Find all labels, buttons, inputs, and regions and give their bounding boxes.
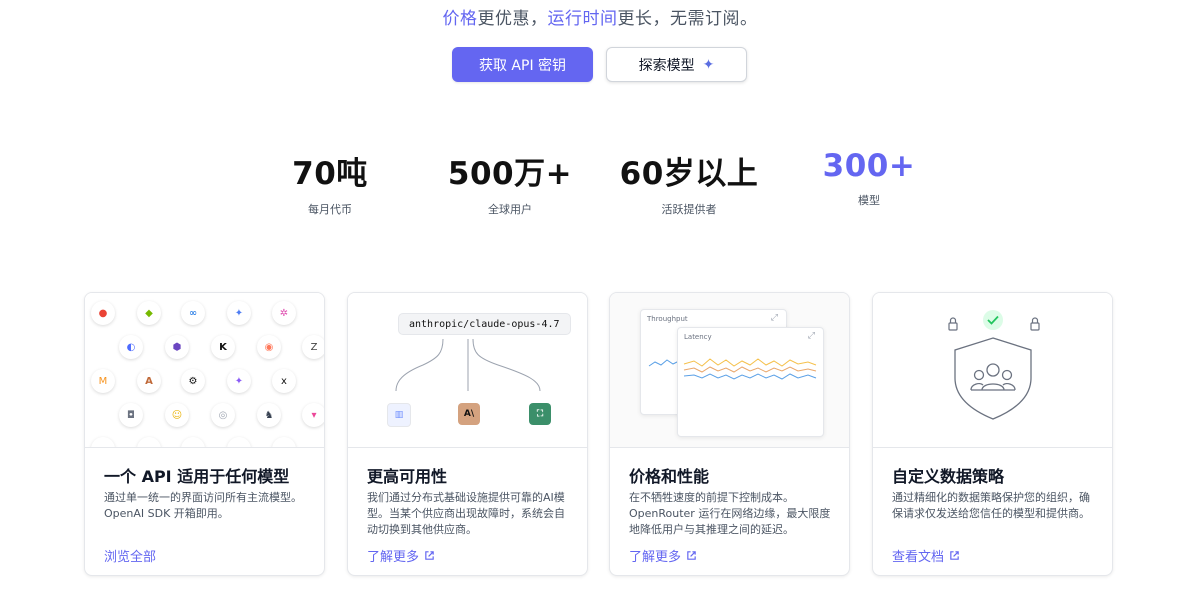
meta-logo-icon: ∞ — [181, 301, 205, 325]
card-data-policy: 自定义数据策略 通过精细化的数据策略保护您的组织，确保请求仅发送给您信任的模型和… — [872, 292, 1113, 576]
card-title: 一个 API 适用于任何模型 — [104, 467, 290, 486]
model-logo-icon — [137, 437, 161, 447]
tagline-text-1: 更优惠， — [477, 9, 548, 29]
gemini-logo-icon: ✦ — [227, 301, 251, 325]
deepseek-logo-icon: ◐ — [119, 335, 143, 359]
shield-illustration — [948, 310, 1040, 420]
gemini-star-icon: ✦ — [227, 369, 251, 393]
card-availability: anthropic/claude-opus-4.7 ▥ A\ ⛶ 更高可用性 我… — [347, 292, 588, 576]
card-description: 通过精细化的数据策略保护您的组织，确保请求仅发送给您信任的模型和提供商。 — [892, 491, 1090, 520]
card-title: 自定义数据策略 — [892, 467, 1005, 486]
provider-bedrock-icon: ▥ — [387, 403, 411, 427]
explore-models-label: 探索模型 — [638, 57, 695, 74]
card-title: 更高可用性 — [367, 467, 448, 486]
external-link-icon — [425, 551, 434, 560]
model-logo-icon: ▾ — [302, 403, 324, 427]
latency-lines — [683, 358, 817, 380]
qwen-logo-icon: ⬢ — [165, 335, 189, 359]
zhipu-logo-icon: Z — [302, 335, 324, 359]
card-title: 价格和性能 — [629, 467, 710, 486]
stat-value: 70吨 — [292, 156, 368, 192]
performance-charts: Throughput ⤢ Latency ⤢ — [610, 293, 849, 448]
model-logo-icon — [227, 437, 251, 447]
external-link-icon — [687, 551, 696, 560]
stat-label: 全球用户 — [488, 203, 532, 216]
tagline-price: 价格 — [442, 9, 478, 29]
stat-users: 500万+ 全球用户 — [420, 148, 600, 217]
link-label: 了解更多 — [629, 550, 682, 565]
stat-models: 300+ 模型 — [779, 148, 959, 208]
link-label: 了解更多 — [367, 550, 420, 565]
model-logo-icon — [272, 437, 296, 447]
nvidia-logo-icon: ◆ — [137, 301, 161, 325]
explore-models-button[interactable]: 探索模型 ✦ — [606, 47, 747, 82]
card-price-performance: Throughput ⤢ Latency ⤢ 价格和性能 在不牺牲速度的前提下控… — [609, 292, 850, 576]
model-logo-icon: ♞ — [257, 403, 281, 427]
stat-label: 模型 — [858, 194, 880, 207]
model-logo-icon: ☺ — [165, 403, 189, 427]
stat-label: 每月代币 — [308, 203, 352, 216]
anthropic-logo-icon: A — [137, 369, 161, 393]
model-logo-icon — [91, 437, 115, 447]
browse-all-link[interactable]: 浏览全部 — [104, 546, 156, 565]
card-one-api: ● ◆ ∞ ✦ ✲ ◐ ⬢ K ◉ Z M A ⚙ ✦ x ◘ ☺ ◎ ♞ ▾ … — [84, 292, 325, 576]
stat-value: 60岁以上 — [619, 156, 759, 192]
failover-diagram: anthropic/claude-opus-4.7 ▥ A\ ⛶ — [348, 293, 587, 448]
tagline-uptime: 运行时间 — [547, 9, 618, 29]
stat-tokens: 70吨 每月代币 — [240, 148, 420, 217]
stat-providers: 60岁以上 活跃提供者 — [599, 148, 779, 217]
link-label: 浏览全部 — [104, 550, 157, 565]
data-policy-illustration — [873, 293, 1112, 448]
card-description: 我们通过分布式基础设施提供可靠的AI模型。当某个供应商出现故障时，系统会自动切换… — [367, 491, 565, 536]
link-label: 查看文档 — [892, 550, 945, 565]
card-description: 在不牺牲速度的前提下控制成本。OpenRouter 运行在网络边缘，最大限度地降… — [629, 491, 831, 536]
latency-panel: Latency ⤢ — [677, 327, 824, 437]
get-api-key-button[interactable]: 获取 API 密钥 — [452, 47, 593, 82]
view-docs-link[interactable]: 查看文档 — [892, 546, 960, 565]
model-logos-grid: ● ◆ ∞ ✦ ✲ ◐ ⬢ K ◉ Z M A ⚙ ✦ x ◘ ☺ ◎ ♞ ▾ — [85, 293, 324, 448]
openai-logo-icon: ⚙ — [181, 369, 205, 393]
model-logo-icon — [181, 437, 205, 447]
model-logo-icon: ◘ — [119, 403, 143, 427]
sparkle-icon: ✦ — [702, 56, 715, 73]
card-description: 通过单一统一的界面访问所有主流模型。OpenAI SDK 开箱即用。 — [104, 491, 302, 520]
model-logo-icon: ◎ — [211, 403, 235, 427]
xai-logo-icon: x — [272, 369, 296, 393]
perplexity-logo-icon: ✲ — [272, 301, 296, 325]
external-link-icon — [950, 551, 959, 560]
cohere-logo-icon: ◉ — [257, 335, 281, 359]
provider-anthropic-icon: A\ — [458, 403, 480, 425]
learn-more-link[interactable]: 了解更多 — [367, 546, 435, 565]
mistral-logo-icon: M — [91, 369, 115, 393]
tagline-text-2: 更长，无需订阅。 — [617, 9, 758, 29]
stat-value: 300+ — [822, 148, 916, 184]
provider-vertex-icon: ⛶ — [529, 403, 551, 425]
stat-label: 活跃提供者 — [661, 203, 717, 216]
learn-more-link[interactable]: 了解更多 — [629, 546, 697, 565]
google-logo-icon: ● — [91, 301, 115, 325]
kimi-logo-icon: K — [211, 335, 235, 359]
stat-value: 500万+ — [447, 156, 573, 192]
hero-tagline: 价格更优惠，运行时间更长，无需订阅。 — [0, 4, 1200, 29]
